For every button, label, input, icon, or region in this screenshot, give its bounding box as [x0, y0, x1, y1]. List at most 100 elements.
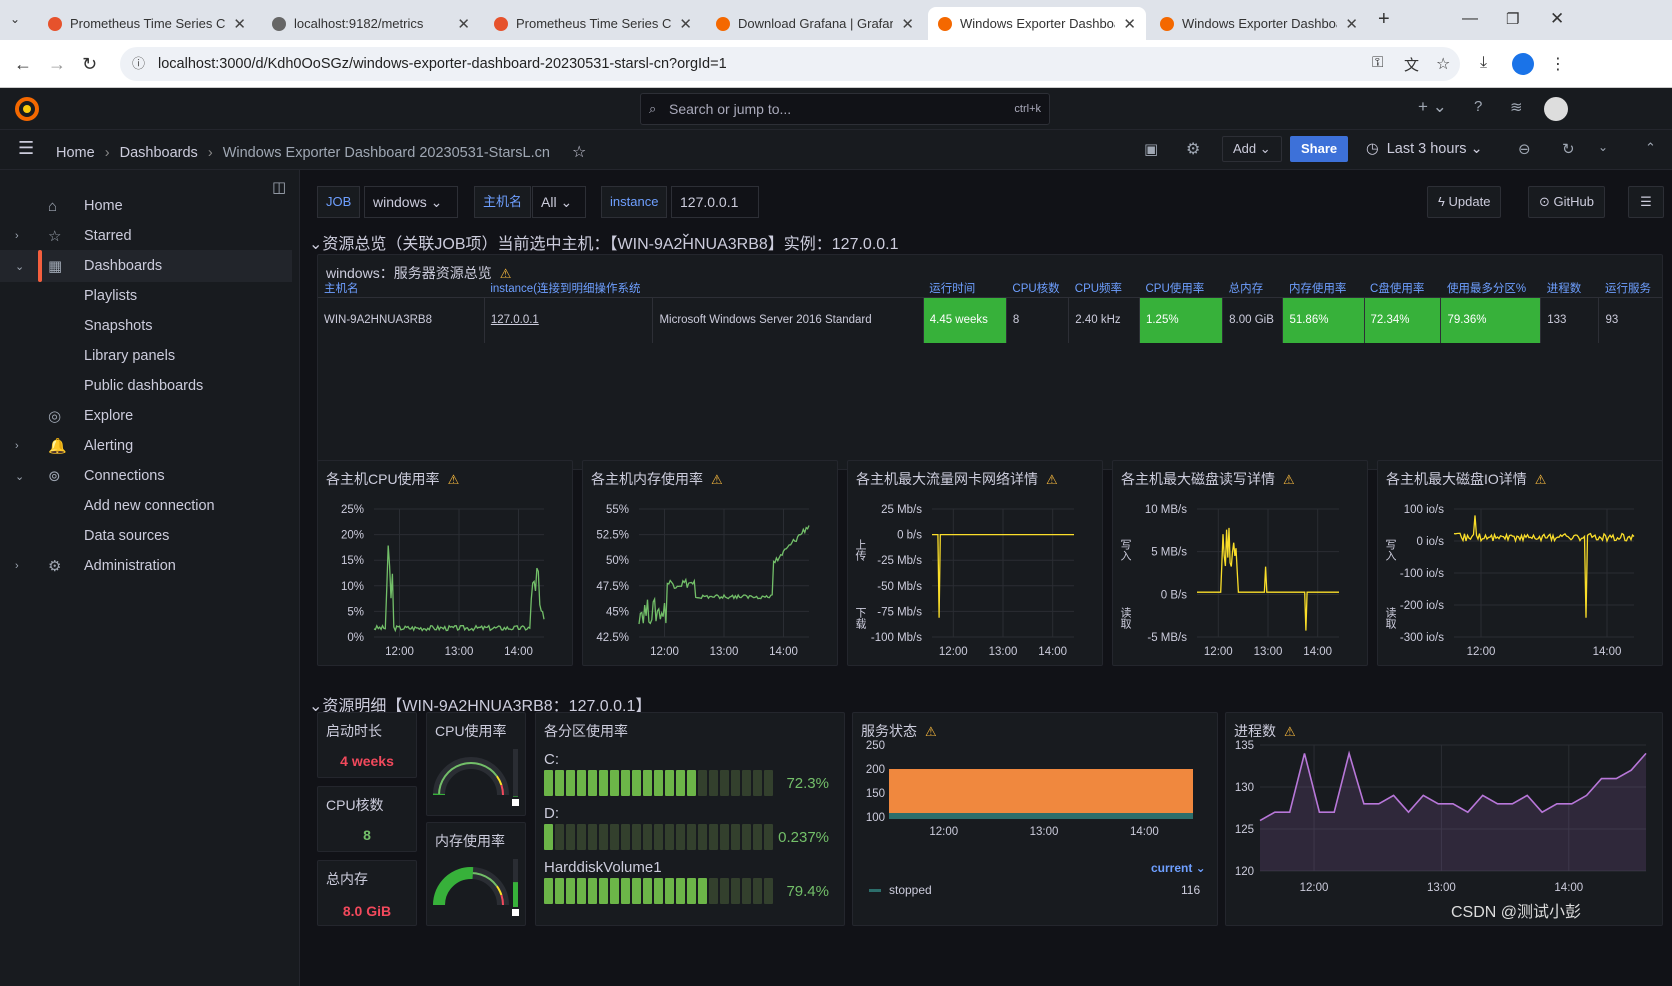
download-icon[interactable]: ⤓ [1480, 54, 1487, 72]
table-header-cell[interactable]: CPU使用率 [1139, 279, 1223, 298]
update-button[interactable]: ϟ Update [1427, 186, 1502, 218]
table-row: WIN-9A2HNUA3RB8 127.0.0.1 Microsoft Window… [318, 297, 1662, 343]
sidebar-item-add-new-connection[interactable]: Add new connection [0, 490, 292, 522]
tab-search-icon[interactable]: ⌄ [10, 12, 20, 26]
var-label-instance: instance [601, 186, 668, 218]
grafana-logo-icon[interactable] [14, 96, 40, 122]
chevron-icon[interactable]: ⌄ [15, 470, 24, 483]
browser-tab[interactable]: localhost:9182/metrics ✕ [262, 7, 480, 40]
sidebar-item-home[interactable]: ⌂ Home [0, 190, 292, 222]
sidebar-item-connections[interactable]: ⌄ ⊚ Connections [0, 460, 292, 492]
row-overview[interactable]: ⌄资源总览（关联JOB项）当前选中主机：【WIN-9A2HNUA3RB8】实例：… [309, 230, 899, 254]
table-header-cell[interactable]: CPU核数 [1006, 279, 1069, 298]
table-header-cell[interactable] [652, 279, 924, 298]
uptime-stat-panel: 启动时长 4 weeks [317, 712, 417, 778]
table-cell[interactable]: 127.0.0.1 [484, 297, 654, 343]
table-header-cell[interactable]: 运行时间 [923, 279, 1007, 298]
table-header-cell[interactable]: 内存使用率 [1282, 279, 1365, 298]
sidebar-item-data-sources[interactable]: Data sources [0, 520, 292, 552]
sidebar-item-public-dashboards[interactable]: Public dashboards [0, 370, 292, 402]
save-icon[interactable]: ▣ [1144, 140, 1158, 158]
close-tab-icon[interactable]: ✕ [679, 15, 692, 33]
zoom-out-icon[interactable]: ⊖ [1518, 140, 1531, 158]
close-tab-icon[interactable]: ✕ [901, 15, 914, 33]
table-header-cell[interactable]: 使用最多分区% [1440, 279, 1541, 298]
time-picker[interactable]: ◷ Last 3 hours ⌄ [1366, 141, 1483, 157]
search-input[interactable]: ⌕ Search or jump to... ctrl+k [640, 93, 1050, 125]
back-icon[interactable]: ← [14, 54, 32, 75]
collapse-chevron-icon[interactable]: ⌃ [1645, 140, 1656, 156]
sidebar-item-administration[interactable]: › ⚙ Administration [0, 550, 292, 582]
x-tick-label: 12:00 [1300, 882, 1329, 894]
sidebar-item-explore[interactable]: ◎ Explore [0, 400, 292, 432]
var-select-job[interactable]: windows ⌄ [364, 186, 458, 218]
browser-tab[interactable]: Windows Exporter Dashboar ✕ [928, 7, 1146, 40]
chevron-icon[interactable]: › [15, 440, 19, 452]
chevron-icon[interactable]: › [15, 560, 19, 572]
panel-menu-button[interactable]: ☰ [1628, 186, 1664, 218]
news-icon[interactable]: ≋ [1510, 98, 1523, 116]
url-input[interactable]: ⓘ localhost:3000/d/Kdh0OoSGz/windows-exp… [120, 47, 1460, 81]
timeseries-panel: 各主机最大磁盘IO详情 ⚠ 100 io/s 0 io/s -100 io/s -200 … [1377, 460, 1663, 666]
partition-title: 各分区使用率 [544, 723, 628, 739]
sidebar-item-library-panels[interactable]: Library panels [0, 340, 292, 372]
table-header-cell[interactable]: 总内存 [1222, 279, 1283, 298]
reload-icon[interactable]: ↻ [82, 54, 97, 75]
close-tab-icon[interactable]: ✕ [1123, 15, 1136, 33]
sidebar-item-alerting[interactable]: › 🔔 Alerting [0, 430, 292, 462]
chevron-icon[interactable]: ⌄ [15, 260, 24, 273]
minimize-button[interactable]: — [1462, 10, 1478, 28]
browser-tab[interactable]: Download Grafana | Grafana ✕ [706, 7, 924, 40]
browser-tab[interactable]: Windows Exporter Dashboar ✕ [1150, 7, 1368, 40]
table-header-cell[interactable]: instance(连接到明细操作系统 [484, 279, 653, 298]
new-plus-icon[interactable]: + ⌄ [1418, 97, 1447, 117]
var-select-host[interactable]: All ⌄ [532, 186, 586, 218]
legend-stopped[interactable]: stopped [869, 883, 932, 897]
restore-button[interactable]: ❐ [1506, 10, 1519, 28]
github-button[interactable]: ⊙ GitHub [1528, 186, 1605, 218]
table-header-cell[interactable]: 运行服务 [1598, 279, 1662, 298]
user-avatar[interactable] [1544, 97, 1568, 121]
close-tab-icon[interactable]: ✕ [233, 15, 246, 33]
refresh-interval-chevron[interactable]: ⌄ [1598, 140, 1608, 154]
bargauge-cell [720, 878, 729, 904]
table-header-cell[interactable]: CPU频率 [1068, 279, 1140, 298]
table-header-cell[interactable]: 主机名 [318, 279, 485, 298]
share-button[interactable]: Share [1290, 136, 1349, 162]
chart-title: 各主机最大磁盘IO详情 ⚠ [1386, 471, 1547, 487]
menu-toggle-icon[interactable]: ☰ [18, 138, 34, 159]
sidebar-item-dashboards[interactable]: ⌄ ▦ Dashboards [0, 250, 292, 282]
timeseries-panel: 各主机最大磁盘读写详情 ⚠ 10 MB/s 5 MB/s 0 B/s -5 MB/s 12:… [1112, 460, 1368, 666]
close-tab-icon[interactable]: ✕ [1345, 15, 1358, 33]
profile-avatar[interactable] [1512, 53, 1534, 75]
y-tick-label: 100 io/s [1404, 504, 1445, 516]
table-header-cell[interactable]: 进程数 [1540, 279, 1599, 298]
translate-icon[interactable]: 文 [1404, 54, 1419, 75]
var-select-instance[interactable]: 127.0.0.1 ⌄ [671, 186, 759, 240]
browser-menu-icon[interactable]: ⋮ [1550, 54, 1566, 74]
legend-sort-current[interactable]: current ⌄ [1151, 861, 1206, 875]
refresh-icon[interactable]: ↻ [1562, 140, 1575, 158]
chevron-icon[interactable]: › [15, 230, 19, 242]
close-tab-icon[interactable]: ✕ [457, 15, 470, 33]
bookmark-star-icon[interactable]: ☆ [1436, 54, 1450, 74]
browser-tab[interactable]: Prometheus Time Series Coll ✕ [38, 7, 256, 40]
star-icon[interactable]: ☆ [572, 144, 586, 161]
table-header-cell[interactable]: C盘使用率 [1364, 279, 1441, 298]
sidebar-item-snapshots[interactable]: Snapshots [0, 310, 292, 342]
key-icon[interactable]: ⚿ [1372, 54, 1383, 71]
help-icon[interactable]: ? [1474, 98, 1482, 115]
new-tab-button[interactable]: + [1378, 8, 1390, 31]
site-info-icon[interactable]: ⓘ [132, 47, 145, 81]
sidebar-item-starred[interactable]: › ☆ Starred [0, 220, 292, 252]
settings-gear-icon[interactable]: ⚙ [1186, 139, 1200, 159]
breadcrumb-dashboards[interactable]: Dashboards [120, 145, 198, 161]
sidebar-item-playlists[interactable]: Playlists [0, 280, 292, 312]
close-window-button[interactable]: ✕ [1550, 9, 1564, 29]
add-button[interactable]: Add ⌄ [1222, 136, 1282, 162]
y-tick-label: 25 Mb/s [881, 504, 922, 516]
bargauge-cell [731, 878, 740, 904]
breadcrumb-home[interactable]: Home [56, 145, 95, 161]
forward-icon[interactable]: → [48, 54, 66, 75]
browser-tab[interactable]: Prometheus Time Series Coll ✕ [484, 7, 702, 40]
